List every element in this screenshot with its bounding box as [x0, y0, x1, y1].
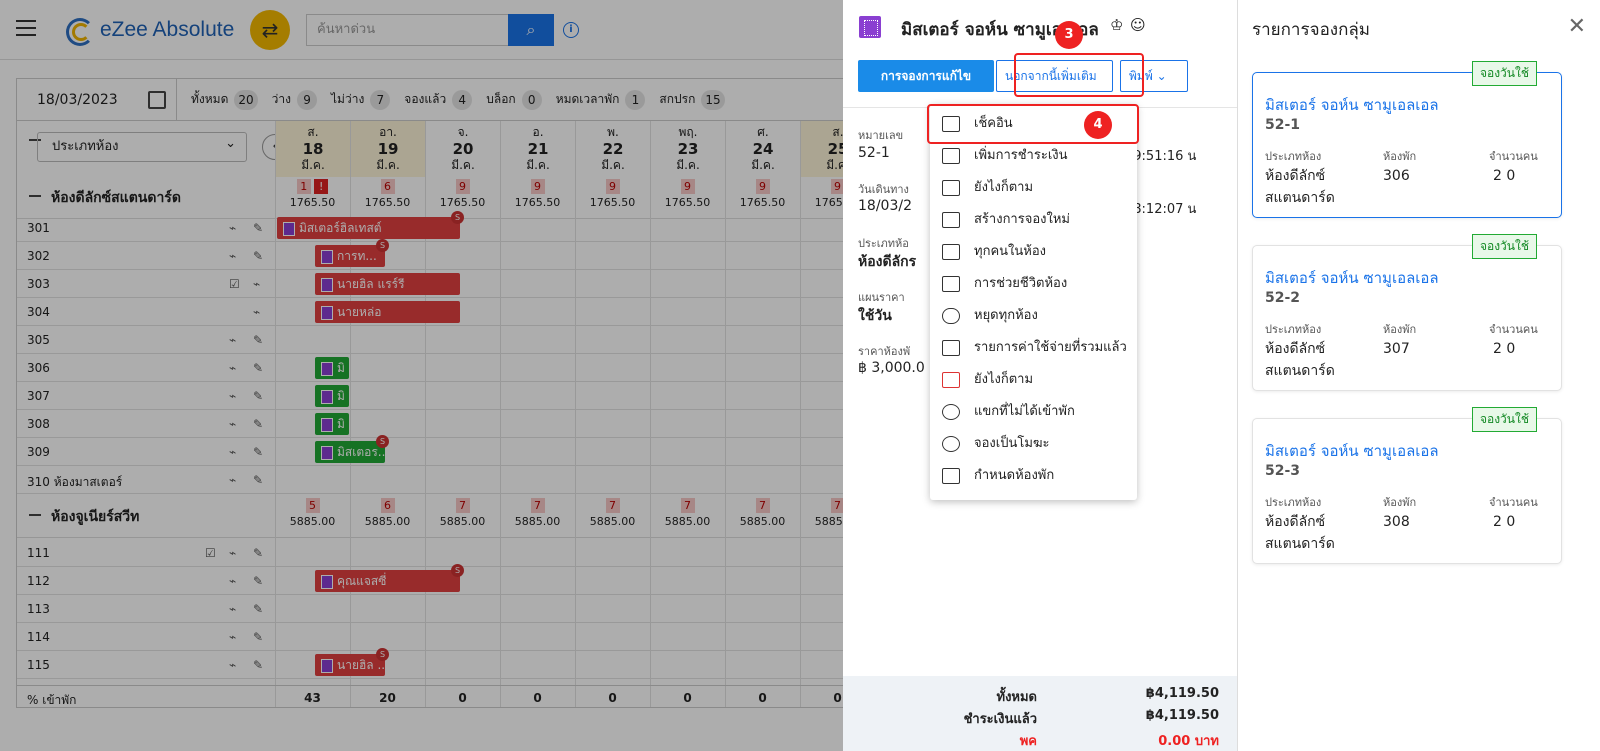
status-badge: จองวันใช้ — [1471, 61, 1537, 86]
menu-item-new-reservation[interactable]: สร้างการจองใหม่ — [930, 204, 1137, 236]
panel-title: รายการจองกลุ่ม — [1252, 20, 1370, 40]
pax-count: 2 0 — [1493, 168, 1516, 184]
bed-swap-icon — [942, 276, 960, 292]
status-badge: จองวันใช้ — [1471, 234, 1537, 259]
calendar-cancel-icon — [942, 372, 960, 388]
status-badge: จองวันใช้ — [1471, 407, 1537, 432]
calendar-icon — [942, 212, 960, 228]
calendar-edit-icon — [942, 180, 960, 196]
stack-icon — [942, 340, 960, 356]
pax-count: 2 0 — [1493, 341, 1516, 357]
group-booking-card[interactable]: จองวันใช้ มิสเตอร์ จอห์น ซามูเอลเอล 52-3… — [1252, 407, 1562, 564]
bed-icon — [942, 244, 960, 260]
menu-item-assign-room[interactable]: กำหนดห้องพัก — [930, 460, 1137, 492]
card-icon — [942, 148, 960, 164]
chevron-down-icon: ⌄ — [1156, 69, 1167, 83]
modal-overlay[interactable] — [0, 0, 843, 751]
highlight-more-options — [1014, 53, 1144, 97]
menu-item-add-payment[interactable]: เพิ่มการชำระเงิน — [930, 140, 1137, 172]
group-reservation-panel: รายการจองกลุ่ม ✕ จองวันใช้ มิสเตอร์ จอห์… — [1237, 0, 1600, 751]
building-icon — [859, 16, 881, 38]
menu-item-consolidated-charges[interactable]: รายการค่าใช้จ่ายที่รวมแล้ว — [930, 332, 1137, 364]
totals-summary: ทั้งหมด ฿4,119.50 ชำระเงินแล้ว ฿4,119.50 พ… — [843, 676, 1237, 751]
menu-item-no-show[interactable]: แขกที่ไม่ได้เข้าพัก — [930, 396, 1137, 428]
hand-icon — [942, 308, 960, 324]
close-icon[interactable]: ✕ — [1568, 14, 1586, 39]
step-3-badge: 3 — [1055, 21, 1083, 49]
close-circle-icon — [942, 436, 960, 452]
menu-item-amend-stay[interactable]: ยังไงก็ตาม — [930, 172, 1137, 204]
group-booking-card[interactable]: จองวันใช้ มิสเตอร์ จอห์น ซามูเอลเอล 52-1… — [1252, 61, 1562, 218]
guest-name-link[interactable]: มิสเตอร์ จอห์น ซามูเอลเอล — [1265, 93, 1439, 117]
group-booking-card[interactable]: จองวันใช้ มิสเตอร์ จอห์น ซามูเอลเอล 52-2… — [1252, 234, 1562, 391]
guest-icon: ☺ — [1130, 16, 1146, 34]
bed-assign-icon — [942, 468, 960, 484]
eye-off-icon — [942, 404, 960, 420]
step-4-badge: 4 — [1084, 111, 1112, 139]
guest-name-link[interactable]: มิสเตอร์ จอห์น ซามูเอลเอล — [1265, 266, 1439, 290]
guest-name-link[interactable]: มิสเตอร์ จอห์น ซามูเอลเอล — [1265, 439, 1439, 463]
pax-count: 2 0 — [1493, 514, 1516, 530]
menu-item-all-in-room[interactable]: ทุกคนในห้อง — [930, 236, 1137, 268]
crown-icon: ♔ — [1110, 16, 1124, 34]
menu-item-room-move[interactable]: การช่วยชีวิตห้อง — [930, 268, 1137, 300]
more-options-menu: เช็คอิน เพิ่มการชำระเงิน ยังไงก็ตาม สร้า… — [930, 104, 1137, 500]
edit-reservation-button[interactable]: การจองการแก้ไข — [858, 60, 994, 92]
menu-item-stop-room[interactable]: หยุดทุกห้อง — [930, 300, 1137, 332]
menu-item-void[interactable]: จองเป็นโมฆะ — [930, 428, 1137, 460]
menu-item-cancel[interactable]: ยังไงก็ตาม — [930, 364, 1137, 396]
